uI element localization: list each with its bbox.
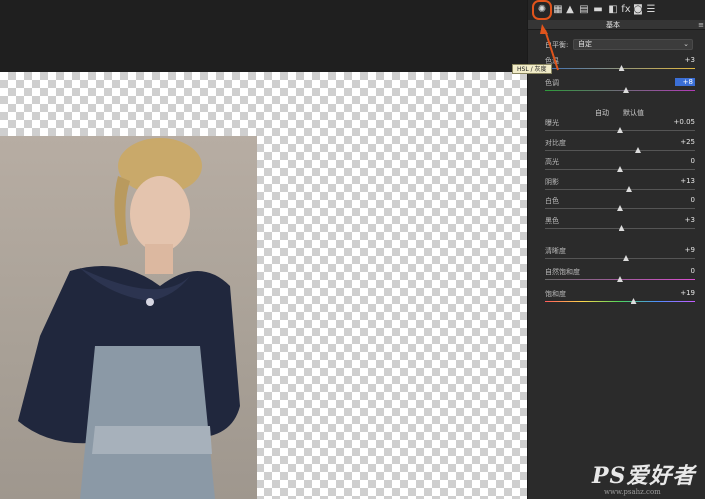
slider-value-field[interactable]: +3 (675, 56, 695, 64)
slider-row: 清晰度 +9 (545, 246, 695, 264)
slider-value-field[interactable]: +25 (675, 138, 695, 146)
slider-label: 自然饱和度 (545, 268, 580, 276)
slider-value-field[interactable]: +8 (675, 78, 695, 86)
slider-value-field[interactable]: +13 (675, 177, 695, 185)
slider-row: 黑色 +3 (545, 216, 695, 234)
slider-value-field[interactable]: 0 (675, 196, 695, 204)
slider-row: 曝光 +0.05 (545, 118, 695, 136)
adjustment-panel: ✺ ▦ ▲ ▤ ▬ ◧ fx ◙ ☰ 基本 ≡ 白平衡: 自定 ⌄ 自动 默认值… (527, 0, 705, 499)
slider-row: 阴影 +13 (545, 177, 695, 195)
slider-value-field[interactable]: 0 (675, 157, 695, 165)
split-toning-icon[interactable]: ▬ (592, 4, 604, 16)
slider-label: 曝光 (545, 119, 559, 127)
slider-track[interactable] (545, 150, 695, 151)
slider-track[interactable] (545, 258, 695, 259)
slider-label: 高光 (545, 158, 559, 166)
hsl-tooltip: HSL / 灰度 (512, 64, 552, 74)
presets-icon[interactable]: ☰ (645, 4, 657, 16)
portrait-photo (0, 136, 257, 499)
slider-track[interactable] (545, 90, 695, 91)
canvas-top-dark (0, 0, 527, 72)
panel-toolbar: ✺ ▦ ▲ ▤ ▬ ◧ fx ◙ ☰ (528, 0, 705, 22)
panel-title: 基本 (606, 21, 620, 29)
basic-icon[interactable]: ✺ (532, 0, 552, 20)
slider-row: 高光 0 (545, 157, 695, 175)
panel-header: 基本 ≡ (528, 20, 705, 30)
slider-track[interactable] (545, 189, 695, 190)
slider-row: 色温 +3 (545, 56, 695, 74)
slider-label: 阴影 (545, 178, 559, 186)
portrait-illustration (18, 138, 240, 499)
slider-value-field[interactable]: +9 (675, 246, 695, 254)
slider-label: 饱和度 (545, 290, 566, 298)
white-balance-label: 白平衡: (545, 41, 569, 49)
watermark: PS爱好者 www.psahz.com (592, 458, 696, 496)
slider-value-field[interactable]: 0 (675, 267, 695, 275)
photo-editor-window: ✺ ▦ ▲ ▤ ▬ ◧ fx ◙ ☰ 基本 ≡ 白平衡: 自定 ⌄ 自动 默认值… (0, 0, 705, 499)
lens-icon[interactable]: ◧ (607, 4, 619, 16)
slider-label: 黑色 (545, 217, 559, 225)
white-balance-select[interactable]: 自定 ⌄ (573, 39, 693, 50)
hsl-icon[interactable]: ▤ (578, 4, 590, 16)
detail-icon[interactable]: ▲ (564, 4, 576, 16)
slider-row: 白色 0 (545, 196, 695, 214)
slider-row: 色调 +8 (545, 78, 695, 96)
slider-value-field[interactable]: +3 (675, 216, 695, 224)
slider-value-field[interactable]: +19 (675, 289, 695, 297)
slider-row: 饱和度 +19 (545, 289, 695, 307)
white-balance-value: 自定 (578, 40, 592, 48)
slider-label: 对比度 (545, 139, 566, 147)
tone-curve-icon[interactable]: ▦ (552, 4, 564, 16)
chevron-down-icon: ⌄ (683, 40, 689, 48)
slider-label: 白色 (545, 197, 559, 205)
slider-label: 色调 (545, 79, 559, 87)
slider-row: 自然饱和度 0 (545, 267, 695, 285)
watermark-title: PS爱好者 (592, 463, 696, 489)
fx-icon[interactable]: fx (620, 4, 632, 16)
auto-button[interactable]: 自动 (595, 108, 609, 118)
watermark-url: www.psahz.com (604, 488, 661, 496)
panel-menu-icon[interactable]: ≡ (698, 21, 704, 29)
slider-label: 清晰度 (545, 247, 566, 255)
fx-label: fx (621, 4, 631, 15)
slider-track[interactable] (545, 301, 695, 302)
default-button[interactable]: 默认值 (623, 108, 644, 118)
slider-row: 对比度 +25 (545, 138, 695, 156)
slider-value-field[interactable]: +0.05 (674, 118, 695, 126)
camera-calibration-icon[interactable]: ◙ (632, 4, 644, 16)
